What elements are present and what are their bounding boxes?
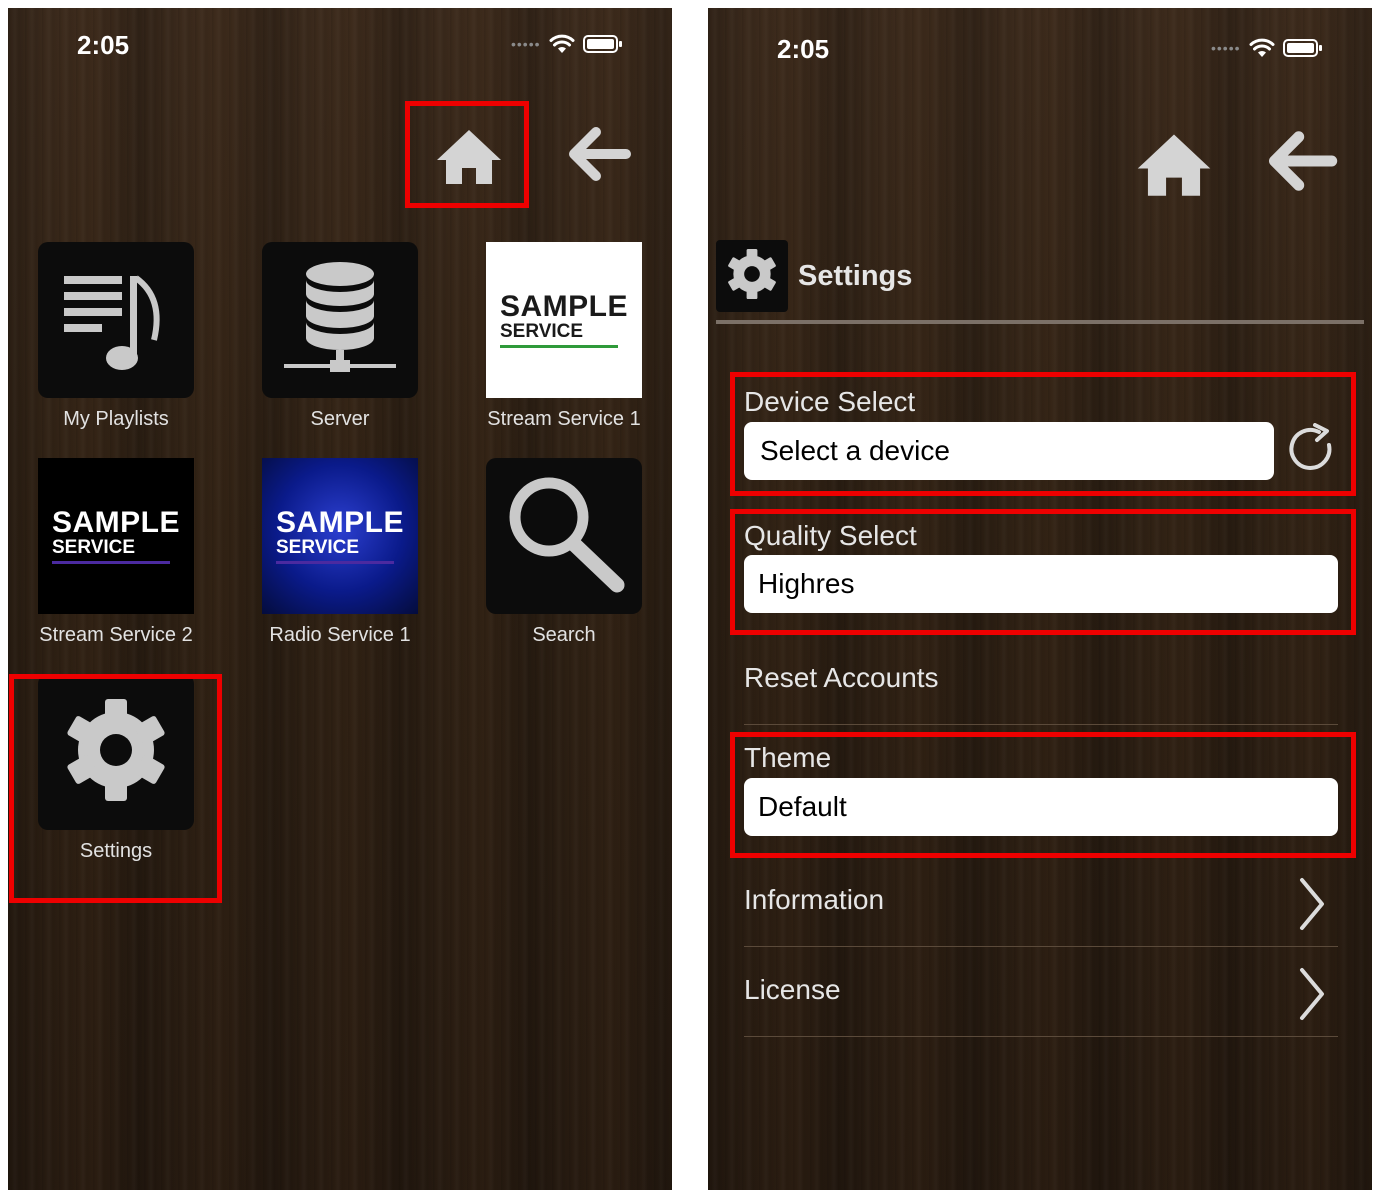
information-label: Information [744,884,885,915]
database-server-icon [280,258,400,383]
row-divider [744,1036,1338,1037]
home-button[interactable] [428,118,510,198]
license-row[interactable]: License [744,958,1338,1034]
sample-service-logo: SAMPLE SERVICE [275,508,404,564]
status-icons: ••••• [1211,38,1323,58]
reset-accounts-button[interactable]: Reset Accounts [744,662,939,694]
tile-settings[interactable]: Settings [38,674,194,863]
quality-select-label: Quality Select [744,520,917,551]
gear-icon [61,695,171,810]
tile-label: Settings [79,840,153,862]
header-divider [716,320,1364,324]
tile-stream-service-2[interactable]: SAMPLE SERVICE Stream Service 2 [38,458,194,647]
status-icons: ••••• [511,34,623,54]
home-icon [1134,130,1214,203]
wifi-icon [549,34,575,54]
back-button[interactable] [1262,120,1342,206]
information-row[interactable]: Information [744,868,1338,944]
theme-select-field[interactable]: Default [744,778,1338,836]
tile-label: Stream Service 2 [39,624,193,646]
back-arrow-icon [1265,128,1339,199]
tile-my-playlists[interactable]: My Playlists [38,242,194,431]
home-screen: 2:05 ••••• My Playlists Server SAMPLE SE… [8,8,672,1190]
back-button[interactable] [562,116,636,196]
chevron-right-icon [1296,966,1328,1027]
sample-service-logo: SAMPLE SERVICE [499,292,628,348]
wifi-icon [1249,38,1275,58]
tile-label: Radio Service 1 [269,624,411,646]
device-select-value: Select a device [760,435,950,466]
page-title: Settings [798,259,913,292]
row-divider [744,724,1338,725]
search-icon [499,469,629,604]
tile-radio-service-1[interactable]: SAMPLE SERVICE Radio Service 1 [262,458,418,647]
gear-icon [725,247,779,306]
quality-select-value: Highres [758,568,855,599]
tile-stream-service-1[interactable]: SAMPLE SERVICE Stream Service 1 [486,242,642,431]
status-time: 2:05 [777,34,830,64]
refresh-icon [1285,422,1337,480]
home-button[interactable] [1128,122,1220,210]
device-select-label: Device Select [744,386,916,417]
back-arrow-icon [566,124,632,189]
home-icon [434,126,504,191]
quality-select-field[interactable]: Highres [744,555,1338,613]
settings-screen: 2:05 ••••• Settings Device Select Select… [708,8,1372,1190]
playlist-music-icon [56,258,176,383]
sample-service-logo: SAMPLE SERVICE [51,508,180,564]
tile-server[interactable]: Server [262,242,418,431]
signal-icon: ••••• [1211,40,1241,56]
tile-label: My Playlists [63,408,169,430]
row-divider [744,946,1338,947]
signal-icon: ••••• [511,36,541,52]
tile-label: Server [310,408,370,430]
settings-header: Settings [716,240,912,312]
tile-label: Search [532,624,596,646]
battery-icon [1282,38,1323,58]
chevron-right-icon [1296,876,1328,937]
tile-label: Stream Service 1 [487,408,641,430]
license-label: License [744,974,841,1005]
device-select-field[interactable]: Select a device [744,422,1274,480]
battery-icon [582,34,623,54]
theme-label: Theme [744,742,832,773]
theme-value: Default [758,791,847,822]
tile-search[interactable]: Search [486,458,642,647]
refresh-devices-button[interactable] [1282,422,1340,480]
status-time: 2:05 [77,30,130,60]
